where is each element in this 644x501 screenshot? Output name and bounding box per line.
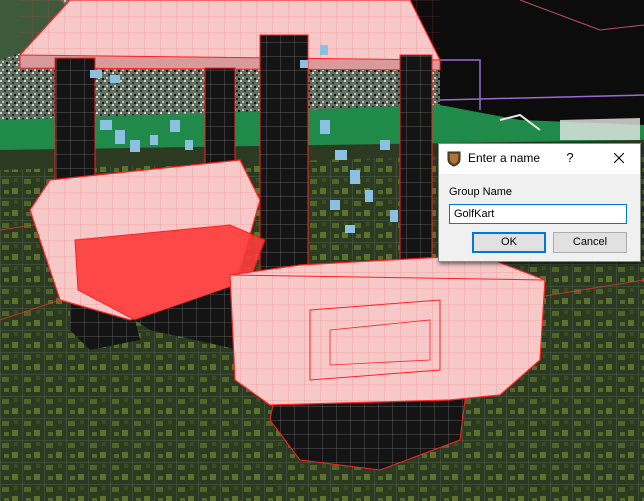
- close-button[interactable]: [605, 147, 633, 169]
- dialog-titlebar[interactable]: Enter a name ?: [439, 144, 640, 174]
- shield-icon: [447, 151, 461, 167]
- enter-name-dialog: Enter a name ? Group Name OK Cancel: [438, 143, 641, 262]
- close-icon: [614, 153, 624, 163]
- ok-button[interactable]: OK: [472, 232, 546, 253]
- group-name-label: Group Name: [449, 186, 512, 198]
- group-name-input[interactable]: [449, 204, 627, 224]
- dialog-title: Enter a name: [468, 151, 541, 165]
- cancel-button[interactable]: Cancel: [553, 232, 627, 253]
- help-button[interactable]: ?: [558, 147, 582, 169]
